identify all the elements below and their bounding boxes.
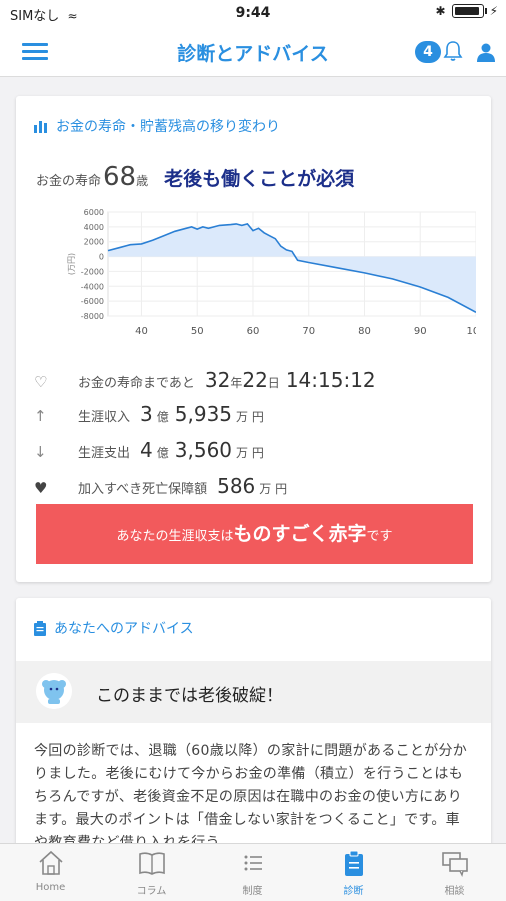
lifespan-label: お金の寿命	[36, 174, 102, 189]
book-icon	[138, 852, 165, 875]
income-man: 5,935	[174, 402, 233, 426]
lifespan-message: 老後も働くことが必須	[164, 168, 355, 190]
income-label: 生涯収入	[78, 410, 131, 425]
remaining-years: 32	[204, 368, 231, 392]
money-lifespan: お金の寿命 68 歳 老後も働くことが必須	[36, 162, 354, 192]
advice-section-header: あなたへのアドバイス	[34, 618, 194, 638]
tab-column[interactable]: コラム	[101, 848, 202, 900]
chart-area	[108, 223, 476, 313]
tab-home[interactable]: Home	[0, 848, 101, 900]
clock: 9:44	[235, 5, 271, 21]
income-oku-unit: 億	[156, 410, 169, 424]
user-icon[interactable]	[476, 42, 496, 62]
heart-outline-icon: ♡	[34, 373, 48, 391]
lifespan-section-header: お金の寿命・貯蓄残高の移り変わり	[34, 116, 280, 136]
income-oku: 3	[140, 402, 153, 426]
chart-x-tick-label: 90	[414, 326, 427, 337]
chart-x-tick-label: 70	[302, 326, 315, 337]
remaining-time-row: ♡ お金の寿命まであと 32 年 22 日 14:15:12	[34, 368, 376, 392]
chart-y-tick-label: 4000	[84, 223, 104, 232]
bar-chart-icon	[34, 121, 47, 133]
chart-y-tick-label: -6000	[81, 297, 104, 306]
income-man-unit: 万 円	[236, 410, 264, 424]
arrow-down-icon: ↓	[34, 443, 47, 461]
tab-diagnosis[interactable]: 診断	[303, 848, 404, 900]
tab-home-label: Home	[35, 882, 66, 893]
chart-y-tick-label: -4000	[81, 282, 104, 291]
home-icon	[38, 850, 63, 875]
balance-alert: あなたの生涯収支はものすごく赤字です	[36, 504, 473, 564]
chart-x-tick-label: 50	[191, 326, 204, 337]
clipboard-icon	[344, 850, 363, 876]
alert-suffix: です	[366, 529, 393, 544]
insurance-unit: 万 円	[259, 482, 288, 496]
expense-label: 生涯支出	[78, 446, 131, 461]
status-icons: ✱ ⚡	[435, 4, 498, 18]
savings-chart: 6000 4000 2000 0 -2000 -4000 -6000 -8000 40 50 60 7…	[67, 208, 476, 337]
expense-oku: 4	[140, 438, 153, 462]
list-icon	[244, 855, 262, 871]
lifespan-section-title: お金の寿命・貯蓄残高の移り変わり	[56, 119, 280, 135]
status-bar: SIMなし ≈ 9:44 ✱ ⚡	[0, 0, 506, 26]
chart-y-tick-label: 0	[99, 253, 104, 262]
alert-prefix: あなたの生涯収支は	[116, 529, 234, 544]
advice-headline: このままでは老後破綻！	[96, 686, 283, 706]
arrow-up-icon: ↑	[34, 407, 47, 425]
lifespan-unit: 歳	[136, 174, 149, 188]
remaining-days: 22	[242, 368, 268, 392]
lifetime-expense-row: ↓ 生涯支出 4 億 3,560 万 円	[34, 438, 270, 462]
expense-oku-unit: 億	[156, 446, 169, 460]
insurance-value: 586	[217, 474, 256, 498]
tab-system-label: 制度	[242, 886, 263, 897]
expense-man-unit: 万 円	[236, 446, 264, 460]
alert-strong: ものすごく赤字	[233, 523, 367, 545]
tab-bar: Home コラム 制度 診断 相談	[0, 843, 506, 901]
chat-icon	[441, 852, 468, 878]
chart-y-tick-label: 2000	[84, 238, 104, 247]
remaining-label: お金の寿命まであと	[78, 376, 195, 391]
chart-y-tick-label: -8000	[81, 312, 104, 321]
tab-column-label: コラム	[136, 886, 167, 897]
lifespan-value: 68	[103, 162, 137, 192]
remaining-time: 14:15:12	[285, 368, 376, 392]
nav-bar: 診断とアドバイス 4	[0, 26, 506, 77]
chart-x-tick-label: 80	[358, 326, 371, 337]
remaining-days-unit: 日	[267, 376, 280, 390]
remaining-years-unit: 年	[230, 376, 243, 390]
chart-x-tick-label: 100	[466, 326, 476, 337]
tab-diagnosis-label: 診断	[343, 886, 364, 897]
clipboard-icon	[34, 620, 46, 636]
chart-y-tick-label: 6000	[84, 208, 104, 217]
lifespan-card: お金の寿命・貯蓄残高の移り変わり お金の寿命 68 歳 老後も働くことが必須 6…	[16, 96, 491, 582]
bluetooth-icon: ✱	[435, 4, 446, 18]
insurance-label: 加入すべき死亡保障額	[78, 482, 208, 497]
chart-y-axis-label: (万円)	[67, 253, 76, 275]
advisor-avatar	[36, 673, 72, 709]
chart-x-tick-label: 60	[247, 326, 260, 337]
death-insurance-row: ♥ 加入すべき死亡保障額 586 万 円	[34, 474, 293, 498]
tab-system[interactable]: 制度	[202, 848, 303, 900]
bell-icon[interactable]	[443, 40, 463, 62]
notification-badge[interactable]: 4	[415, 41, 441, 63]
tab-consult[interactable]: 相談	[404, 848, 505, 900]
battery-icon	[451, 4, 487, 18]
chart-x-tick-label: 40	[135, 326, 148, 337]
advice-body: 今回の診断では、退職（60歳以降）の家計に問題があることが分かりました。老後にむ…	[34, 743, 468, 851]
chart-y-tick-label: -2000	[81, 267, 104, 276]
advice-section-title: あなたへのアドバイス	[54, 621, 194, 637]
charging-icon: ⚡	[489, 4, 498, 18]
heart-filled-icon: ♥	[34, 479, 48, 497]
lifetime-income-row: ↑ 生涯収入 3 億 5,935 万 円	[34, 402, 270, 426]
advice-card: あなたへのアドバイス このままでは老後破綻！ 今回の診断では、退職（60歳以降）…	[16, 598, 491, 858]
expense-man: 3,560	[174, 438, 233, 462]
tab-consult-label: 相談	[444, 886, 465, 897]
advice-headline-box: このままでは老後破綻！	[16, 661, 491, 723]
